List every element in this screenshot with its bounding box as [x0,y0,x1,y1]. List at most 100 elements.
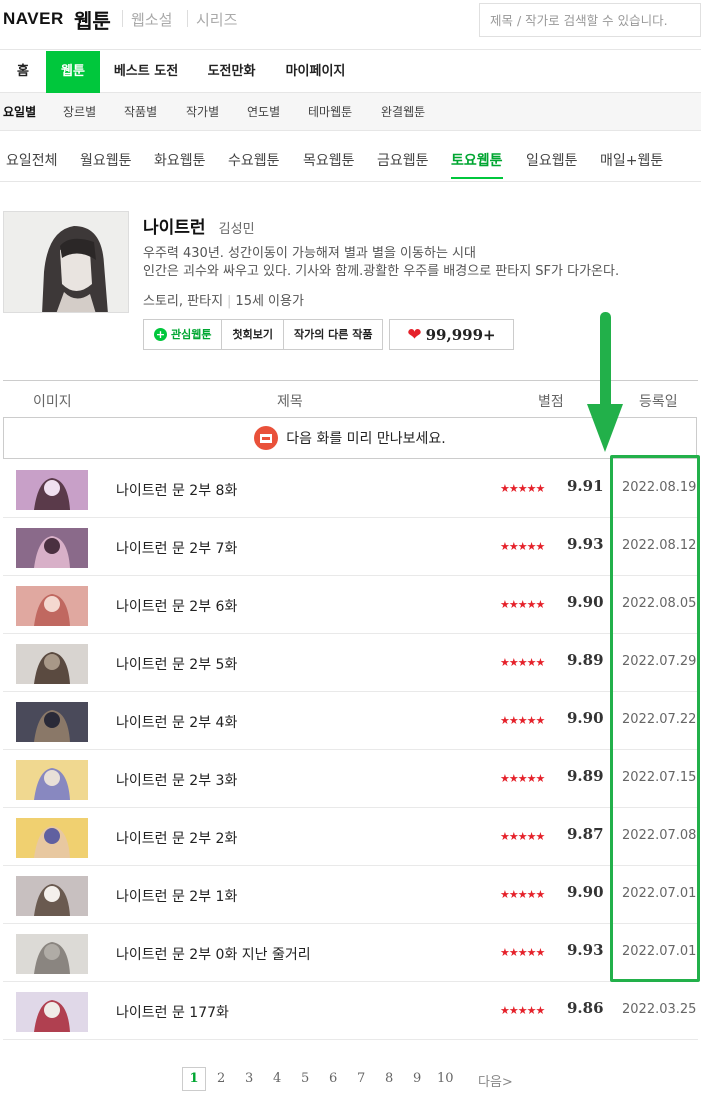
page-2[interactable]: 2 [217,1071,225,1086]
comic-author[interactable]: 김성민 [219,222,255,237]
tab-friday[interactable]: 금요웹툰 [377,150,429,170]
rating-stars: ★★★★★ [500,656,545,669]
episode-title[interactable]: 나이트런 문 2부 3화 [116,770,237,790]
tab-sunday[interactable]: 일요웹툰 [526,150,578,170]
other-works-button[interactable]: 작가의 다른 작품 [284,320,383,349]
like-button[interactable]: ❤ 99,999+ [389,319,514,350]
episode-row[interactable]: 나이트런 문 2부 0화 지난 줄거리 ★★★★★ 9.93 2022.07.01 [3,924,698,982]
rating-stars: ★★★★★ [500,772,545,785]
tab-saturday[interactable]: 토요웹툰 [451,150,503,179]
naver-logo[interactable]: NAVER [3,9,64,29]
page-10[interactable]: 10 [437,1071,454,1086]
plus-icon: + [154,328,167,341]
episode-thumbnail[interactable] [16,470,88,510]
like-count: 99,999+ [425,325,496,344]
episode-thumbnail[interactable] [16,876,88,916]
comic-thumbnail[interactable] [3,211,129,313]
tab-thursday[interactable]: 목요웹툰 [303,150,355,170]
episode-thumbnail[interactable] [16,702,88,742]
subnav-theme[interactable]: 테마웹툰 [308,93,352,131]
episode-row[interactable]: 나이트런 문 2부 5화 ★★★★★ 9.89 2022.07.29 [3,634,698,692]
subnav-by-author[interactable]: 작가별 [186,93,219,131]
episode-thumbnail[interactable] [16,528,88,568]
page-4[interactable]: 4 [273,1071,281,1086]
heart-icon: ❤ [407,324,422,345]
favorite-button[interactable]: + 관심웹툰 [144,320,223,349]
rating-score: 9.87 [567,825,604,843]
episode-row[interactable]: 나이트런 문 2부 4화 ★★★★★ 9.90 2022.07.22 [3,692,698,750]
search-input[interactable] [480,4,700,36]
subnav-by-day[interactable]: 요일별 [3,93,36,131]
comic-title: 나이트런 [143,218,206,238]
nav-mypage[interactable]: 마이페이지 [271,51,360,93]
tab-wednesday[interactable]: 수요웹툰 [228,150,280,170]
episode-row[interactable]: 나이트런 문 2부 7화 ★★★★★ 9.93 2022.08.12 [3,518,698,576]
next-page-link[interactable]: 다음> [478,1071,513,1090]
episode-title[interactable]: 나이트런 문 2부 4화 [116,712,237,732]
search-box[interactable] [479,3,701,37]
episode-row[interactable]: 나이트런 문 2부 8화 ★★★★★ 9.91 2022.08.19 [3,460,698,518]
rating-stars: ★★★★★ [500,888,545,901]
page-1[interactable]: 1 [182,1067,206,1091]
subnav-completed[interactable]: 완결웹툰 [381,93,425,131]
rating-score: 9.93 [567,941,604,959]
first-episode-button[interactable]: 첫회보기 [222,320,284,349]
tab-tuesday[interactable]: 화요웹툰 [154,150,206,170]
episode-thumbnail[interactable] [16,760,88,800]
description-line: 우주력 430년. 성간이동이 가능해져 별과 별을 이동하는 시대 [143,246,476,261]
episode-row[interactable]: 나이트런 문 2부 6화 ★★★★★ 9.90 2022.08.05 [3,576,698,634]
col-date: 등록일 [639,394,678,410]
episode-title[interactable]: 나이트런 문 2부 5화 [116,654,237,674]
episode-row[interactable]: 나이트런 문 2부 1화 ★★★★★ 9.90 2022.07.01 [3,866,698,924]
episode-thumbnail[interactable] [16,818,88,858]
series-link[interactable]: 시리즈 [196,9,237,30]
rating-score: 9.90 [567,883,604,901]
episode-row[interactable]: 나이트런 문 2부 2화 ★★★★★ 9.87 2022.07.08 [3,808,698,866]
page-8[interactable]: 8 [385,1071,393,1086]
episode-title[interactable]: 나이트런 문 2부 1화 [116,886,237,906]
sub-nav: 요일별 장르별 작품별 작가별 연도별 테마웹툰 완결웹툰 [0,93,701,131]
episode-title[interactable]: 나이트런 문 177화 [116,1002,229,1022]
subnav-by-year[interactable]: 연도별 [247,93,280,131]
rating-score: 9.91 [567,477,604,495]
episode-title[interactable]: 나이트런 문 2부 2화 [116,828,237,848]
nav-webtoon[interactable]: 웹툰 [46,51,100,93]
tab-monday[interactable]: 월요웹툰 [80,150,132,170]
episode-row[interactable]: 나이트런 문 177화 ★★★★★ 9.86 2022.03.25 [3,982,698,1040]
col-rating: 별점 [538,394,564,410]
preview-text: 다음 화를 미리 만나보세요. [286,431,446,447]
page-7[interactable]: 7 [357,1071,365,1086]
nav-home[interactable]: 홈 [0,51,46,93]
rating-stars: ★★★★★ [500,714,545,727]
page-5[interactable]: 5 [301,1071,309,1086]
rating-score: 9.90 [567,709,604,727]
nav-challenge[interactable]: 도전만화 [192,51,271,93]
webtoon-logo[interactable]: 웹툰 [74,5,111,34]
cookie-shop-icon [254,426,279,450]
tab-all-days[interactable]: 요일전체 [6,150,58,170]
comic-action-buttons: + 관심웹툰 첫회보기 작가의 다른 작품 [143,319,384,350]
header-divider [187,10,188,27]
rating-stars: ★★★★★ [500,830,545,843]
episode-row[interactable]: 나이트런 문 2부 3화 ★★★★★ 9.89 2022.07.15 [3,750,698,808]
episode-thumbnail[interactable] [16,586,88,626]
subnav-by-genre[interactable]: 장르별 [63,93,96,131]
comic-meta: 스토리, 판타지 | 15세 이용가 [143,290,304,309]
favorite-label: 관심웹툰 [171,328,212,341]
page-3[interactable]: 3 [245,1071,253,1086]
episode-thumbnail[interactable] [16,934,88,974]
page-9[interactable]: 9 [413,1071,421,1086]
episode-title[interactable]: 나이트런 문 2부 7화 [116,538,237,558]
tab-daily-plus[interactable]: 매일+웹툰 [600,150,663,170]
subnav-by-work[interactable]: 작품별 [124,93,157,131]
episode-title[interactable]: 나이트런 문 2부 0화 지난 줄거리 [116,944,311,964]
comic-genre: 스토리, 판타지 [143,294,224,309]
top-header: NAVER 웹툰 웹소설 시리즈 [0,0,701,50]
episode-title[interactable]: 나이트런 문 2부 6화 [116,596,237,616]
episode-thumbnail[interactable] [16,992,88,1032]
episode-title[interactable]: 나이트런 문 2부 8화 [116,480,237,500]
nav-best-challenge[interactable]: 베스트 도전 [100,51,192,93]
episode-thumbnail[interactable] [16,644,88,684]
page-6[interactable]: 6 [329,1071,337,1086]
webnovel-link[interactable]: 웹소설 [131,9,172,30]
